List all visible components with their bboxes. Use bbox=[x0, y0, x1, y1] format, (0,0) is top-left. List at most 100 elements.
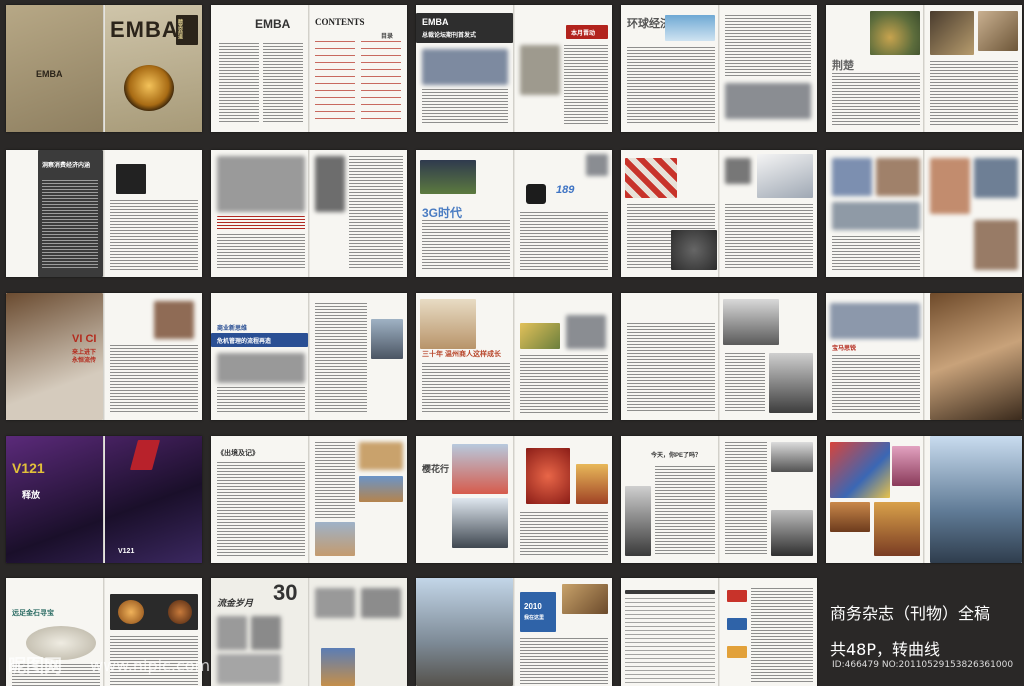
forum-text-2 bbox=[564, 45, 608, 125]
wenzhou-text-2 bbox=[520, 355, 608, 413]
3g-blur-photo bbox=[586, 154, 608, 176]
vici-line-3: 永恒流传 bbox=[72, 358, 97, 364]
people-text bbox=[627, 323, 715, 413]
feature-text bbox=[217, 234, 305, 270]
cover-logo: EMBA bbox=[110, 17, 179, 42]
spread-emba-forum[interactable]: EMBA 总裁论坛期刊首发式 本月晋动 bbox=[416, 5, 612, 132]
jingchu-title: 荆楚 bbox=[832, 60, 854, 72]
forum-title: EMBA bbox=[422, 17, 449, 27]
30-blur-photo-2 bbox=[251, 616, 281, 650]
cherry-pagoda-photo bbox=[452, 444, 508, 494]
3g-tag: 189 bbox=[556, 184, 575, 196]
spread-2010[interactable]: 2010 我在这里 bbox=[416, 578, 612, 686]
economy-text bbox=[627, 47, 715, 125]
spread-jingchu[interactable]: 荆楚 bbox=[826, 5, 1022, 132]
business-headline: 商业新思维 bbox=[217, 326, 248, 332]
spread-gallery-blur[interactable] bbox=[826, 150, 1022, 277]
consumption-text-light bbox=[42, 180, 98, 270]
gallery-photo-2 bbox=[876, 158, 920, 196]
forum-tag-label: 本月晋动 bbox=[571, 31, 596, 37]
gallery-photo-4 bbox=[930, 158, 970, 214]
cherry-temple-photo bbox=[576, 464, 608, 504]
wenzhou-painting-photo bbox=[520, 323, 560, 349]
travel-photo-2 bbox=[315, 522, 355, 556]
caption-line-1: 商务杂志（刊物）全稿 bbox=[830, 604, 991, 623]
spread-cover[interactable]: EMBA EMBA 精英商道 bbox=[6, 5, 202, 132]
30-color-photo bbox=[321, 648, 355, 686]
directory-table bbox=[625, 598, 715, 684]
wenzhou-blur-photo bbox=[566, 315, 606, 349]
cherry-text bbox=[520, 512, 608, 556]
cover-side-label: 精英商道 bbox=[177, 19, 183, 39]
pe-text-2 bbox=[725, 442, 767, 556]
spread-bmw[interactable]: 宝马思锐 bbox=[826, 293, 1022, 420]
travel-blur-photo bbox=[359, 442, 403, 470]
forum-text bbox=[422, 89, 508, 125]
contents-list bbox=[315, 41, 355, 123]
directory-logo-2 bbox=[727, 618, 747, 630]
spread-cherry-blossom[interactable]: 樱花行 bbox=[416, 436, 612, 563]
jingchu-text-2 bbox=[930, 61, 1018, 125]
gallery-photo-3 bbox=[832, 202, 920, 230]
directory-header bbox=[625, 590, 715, 594]
spread-3g-era[interactable]: 3G时代 189 bbox=[416, 150, 612, 277]
3g-text bbox=[422, 220, 510, 270]
30-blur-photo-4 bbox=[315, 588, 355, 618]
2010-text bbox=[520, 638, 608, 684]
cherry-castle-photo bbox=[452, 498, 508, 548]
gallery-photo-5 bbox=[974, 158, 1018, 198]
pe-bw-photo-1 bbox=[771, 442, 813, 472]
spread-vici[interactable]: VI CI 来上进下 永恒流传 bbox=[6, 293, 202, 420]
2010-title: 2010 bbox=[524, 602, 542, 611]
spread-global-economy[interactable]: 环球经济 bbox=[621, 5, 817, 132]
business-text bbox=[217, 387, 305, 413]
pe-text bbox=[655, 466, 715, 556]
people-silhouette-photo bbox=[723, 299, 779, 345]
spread-v121[interactable]: V121 释放 V121 bbox=[6, 436, 202, 563]
cover-logo-small: EMBA bbox=[36, 69, 63, 79]
v121-logo: V121 bbox=[118, 548, 135, 555]
vici-text bbox=[110, 345, 198, 413]
city-photo-1 bbox=[830, 442, 890, 498]
wenzhou-text bbox=[422, 363, 510, 413]
spread-consumption[interactable]: 洞察消费经济内涵 bbox=[6, 150, 202, 277]
feature-red-quote bbox=[217, 216, 305, 230]
spread-business-thinking[interactable]: 商业新思维 危机管理的流程再造 bbox=[211, 293, 407, 420]
spread-city-gallery[interactable] bbox=[826, 436, 1022, 563]
spread-china-economy[interactable] bbox=[621, 150, 817, 277]
feature-photo-large bbox=[217, 156, 305, 212]
bmw-text bbox=[832, 355, 920, 413]
contents-title: CONTENTS bbox=[315, 17, 365, 27]
feature-photo-2 bbox=[315, 156, 345, 212]
gem-amber-stone bbox=[118, 600, 144, 624]
watermark-brand: 昵图网 bbox=[8, 656, 62, 677]
30-blur-photo-5 bbox=[361, 588, 401, 618]
people-text-2 bbox=[725, 353, 765, 413]
vici-heading: VI CI bbox=[72, 333, 97, 345]
spread-wenzhou[interactable]: 三十年 温州商人这样成长 bbox=[416, 293, 612, 420]
bmw-title: 宝马思锐 bbox=[832, 346, 857, 352]
spread-contents[interactable]: EMBA CONTENTS 目录 bbox=[211, 5, 407, 132]
feature-text-2 bbox=[349, 156, 403, 270]
directory-logo-1 bbox=[727, 590, 747, 602]
economy-text-2 bbox=[725, 15, 811, 77]
v121-heading: V121 bbox=[12, 460, 45, 476]
spread-directory[interactable] bbox=[621, 578, 817, 686]
pe-stones-photo bbox=[625, 486, 651, 556]
business-sub: 危机管理的流程再造 bbox=[217, 339, 272, 345]
consumption-text bbox=[110, 200, 198, 270]
business-text-2 bbox=[315, 303, 367, 413]
directory-logo-3 bbox=[727, 646, 747, 658]
jingchu-sculpture-photo bbox=[930, 11, 974, 55]
city-photo-3 bbox=[830, 502, 870, 532]
watermark-url: www.nipic.com bbox=[90, 656, 211, 675]
spread-pe[interactable]: 今天，你PE了吗？ bbox=[621, 436, 817, 563]
spread-30-years[interactable]: 流金岁月 30 bbox=[211, 578, 407, 686]
spread-travel-notes[interactable]: 《出境及记》 bbox=[211, 436, 407, 563]
jingchu-text bbox=[832, 73, 920, 125]
2010-sub: 我在这里 bbox=[524, 615, 545, 621]
spread-business-people[interactable] bbox=[621, 293, 817, 420]
spread-feature-blur[interactable] bbox=[211, 150, 407, 277]
gem-title: 远足金石寻宝 bbox=[12, 610, 54, 617]
jingchu-aerial-photo bbox=[870, 11, 920, 55]
